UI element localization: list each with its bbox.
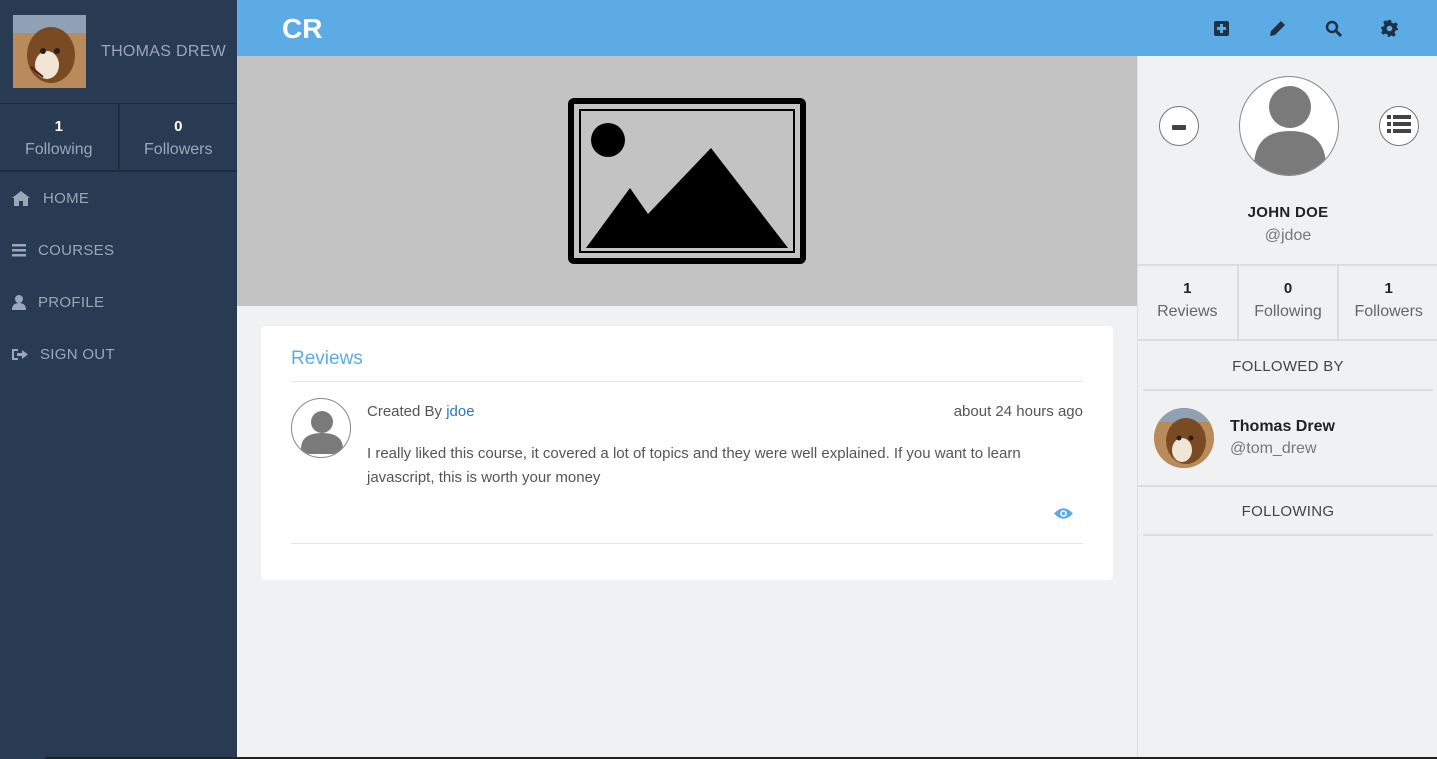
reviews-card: Reviews Created By jdoe about 24 hours a…: [261, 326, 1113, 580]
sidebar-item-label: HOME: [43, 189, 90, 207]
sidebar-item-courses[interactable]: COURSES: [0, 224, 237, 276]
stat-label: Reviews: [1157, 303, 1218, 320]
user-avatar[interactable]: [13, 15, 86, 88]
stat-label: Following: [24, 141, 93, 158]
sidebar-item-home[interactable]: HOME: [0, 172, 237, 224]
profile-panel: JOHN DOE @jdoe 1 Reviews 0 Following 1 F…: [1137, 56, 1437, 759]
profile-avatar: [1239, 76, 1339, 176]
profile-stat-following[interactable]: 0 Following: [1236, 266, 1338, 339]
user-icon: [12, 294, 38, 310]
gear-icon[interactable]: [1379, 18, 1399, 38]
course-image-placeholder: [237, 56, 1137, 306]
profile-stats: 1 Reviews 0 Following 1 Followers: [1138, 264, 1437, 341]
reviewer-avatar[interactable]: [291, 398, 351, 458]
stat-value: 0: [1283, 280, 1293, 297]
profile-handle: @jdoe: [1264, 227, 1312, 244]
sidebar-item-label: SIGN OUT: [40, 345, 115, 363]
sidebar-stat-following[interactable]: 1 Following: [0, 104, 118, 170]
brand-logo[interactable]: CR: [282, 13, 322, 45]
sidebar-item-profile[interactable]: PROFILE: [0, 276, 237, 328]
review-item: Created By jdoe about 24 hours ago I rea…: [291, 382, 1083, 544]
unfollow-button[interactable]: [1159, 106, 1199, 146]
toolbar-icons: [1211, 18, 1399, 38]
profile-name: JOHN DOE: [1247, 204, 1329, 221]
divider: [1138, 485, 1437, 487]
sign-out-icon: [12, 348, 38, 361]
sidebar-item-sign-out[interactable]: SIGN OUT: [0, 328, 237, 380]
sidebar-stats: 1 Following 0 Followers: [0, 104, 237, 172]
stat-value: 0: [174, 118, 183, 135]
stat-label: Following: [1254, 303, 1322, 320]
list-button[interactable]: [1379, 106, 1419, 146]
created-by-label: Created By: [367, 403, 443, 420]
follower-avatar: [1154, 408, 1214, 468]
home-icon: [12, 190, 38, 206]
pencil-icon[interactable]: [1267, 18, 1287, 38]
profile-stat-reviews[interactable]: 1 Reviews: [1138, 266, 1237, 339]
list-icon: [1387, 114, 1411, 138]
review-meta: Created By jdoe: [367, 403, 475, 420]
review-text: I really liked this course, it covered a…: [367, 445, 1021, 486]
profile-stat-followers[interactable]: 1 Followers: [1337, 266, 1437, 339]
stat-value: 1: [54, 118, 63, 135]
sidebar: THOMAS DREW 1 Following 0 Followers HOME…: [0, 0, 237, 759]
eye-icon[interactable]: [1054, 507, 1073, 525]
review-timestamp: about 24 hours ago: [953, 403, 1083, 420]
sidebar-stat-followers[interactable]: 0 Followers: [117, 104, 238, 170]
followed-by-heading: FOLLOWED BY: [1143, 358, 1433, 391]
stat-value: 1: [1183, 280, 1192, 297]
sidebar-item-label: COURSES: [38, 241, 115, 259]
bars-icon: [12, 243, 38, 257]
follower-handle: @tom_drew: [1230, 440, 1317, 457]
search-icon[interactable]: [1323, 18, 1343, 38]
follower-item[interactable]: Thomas Drew @tom_drew: [1154, 408, 1335, 468]
reviews-title: Reviews: [291, 348, 1083, 382]
stat-value: 1: [1384, 280, 1393, 297]
follower-names: Thomas Drew @tom_drew: [1230, 418, 1335, 458]
stat-label: Followers: [144, 141, 213, 158]
minus-icon: [1172, 117, 1186, 135]
follower-name: Thomas Drew: [1230, 418, 1335, 435]
stat-label: Followers: [1354, 303, 1423, 320]
user-name: THOMAS DREW: [101, 42, 227, 60]
review-author-link[interactable]: jdoe: [446, 403, 474, 420]
top-bar: CR: [237, 0, 1437, 56]
sidebar-nav: HOME COURSES PROFILE SIGN OUT: [0, 172, 237, 380]
sidebar-item-label: PROFILE: [38, 293, 105, 311]
sidebar-user: THOMAS DREW: [0, 0, 237, 104]
image-placeholder-icon: [568, 98, 806, 264]
following-heading: FOLLOWING: [1143, 503, 1433, 536]
plus-square-icon[interactable]: [1211, 18, 1231, 38]
